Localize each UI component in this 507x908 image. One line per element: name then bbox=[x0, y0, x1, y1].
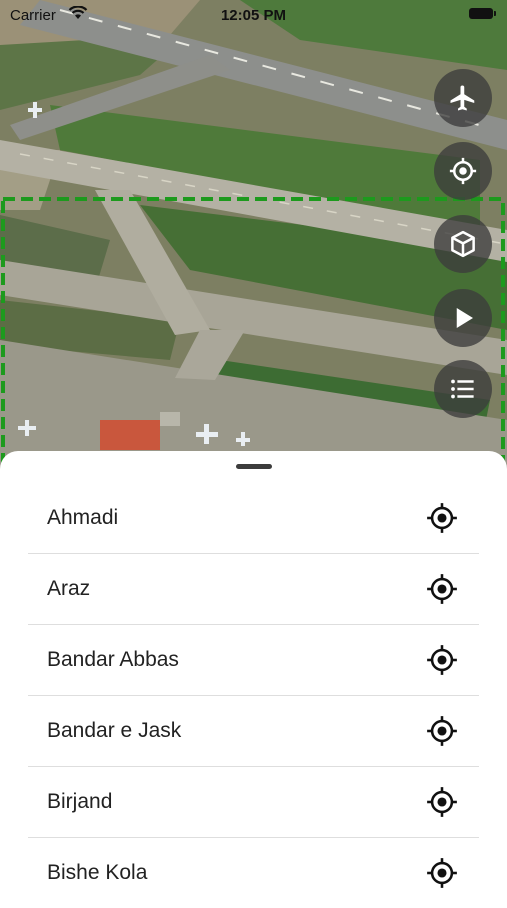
play-button[interactable] bbox=[434, 289, 492, 347]
airport-row[interactable]: Ahmadi bbox=[28, 483, 479, 554]
airport-list: Ahmadi Araz Bandar Abbas Bandar e Jask B… bbox=[28, 483, 479, 908]
list-icon bbox=[451, 379, 474, 399]
map-imagery bbox=[0, 0, 507, 480]
airport-row[interactable]: Bandar Abbas bbox=[28, 625, 479, 696]
flight-button[interactable] bbox=[434, 69, 492, 127]
locate-airport-icon[interactable] bbox=[425, 856, 459, 890]
locate-airport-icon[interactable] bbox=[425, 572, 459, 606]
play-icon bbox=[456, 308, 473, 328]
satellite-map[interactable] bbox=[0, 0, 507, 480]
crosshair-icon bbox=[449, 157, 477, 185]
status-bar: Carrier 12:05 PM bbox=[0, 0, 507, 30]
airport-list-sheet[interactable]: Ahmadi Araz Bandar Abbas Bandar e Jask B… bbox=[0, 451, 507, 900]
locate-airport-icon[interactable] bbox=[425, 714, 459, 748]
cube-icon bbox=[451, 230, 475, 258]
airport-row[interactable]: Bandar e Jask bbox=[28, 696, 479, 767]
airport-row[interactable]: Birjand bbox=[28, 767, 479, 838]
status-time: 12:05 PM bbox=[220, 7, 287, 24]
airport-name: Araz bbox=[47, 577, 91, 600]
locate-button[interactable] bbox=[434, 142, 492, 200]
airport-row[interactable]: Araz bbox=[28, 554, 479, 625]
sheet-grabber[interactable] bbox=[236, 464, 272, 469]
battery-icon bbox=[469, 8, 496, 19]
locate-airport-icon[interactable] bbox=[425, 785, 459, 819]
airport-row[interactable]: Bishe Kola bbox=[28, 838, 479, 908]
locate-airport-icon[interactable] bbox=[425, 643, 459, 677]
locate-airport-icon[interactable] bbox=[425, 501, 459, 535]
airport-name: Bandar e Jask bbox=[47, 719, 182, 742]
list-button[interactable] bbox=[434, 360, 492, 418]
airport-name: Birjand bbox=[47, 790, 113, 813]
airport-name: Bishe Kola bbox=[47, 861, 148, 884]
airport-name: Ahmadi bbox=[47, 506, 119, 529]
airport-name: Bandar Abbas bbox=[47, 648, 179, 671]
airplane-icon bbox=[450, 85, 475, 111]
3d-view-button[interactable] bbox=[434, 215, 492, 273]
